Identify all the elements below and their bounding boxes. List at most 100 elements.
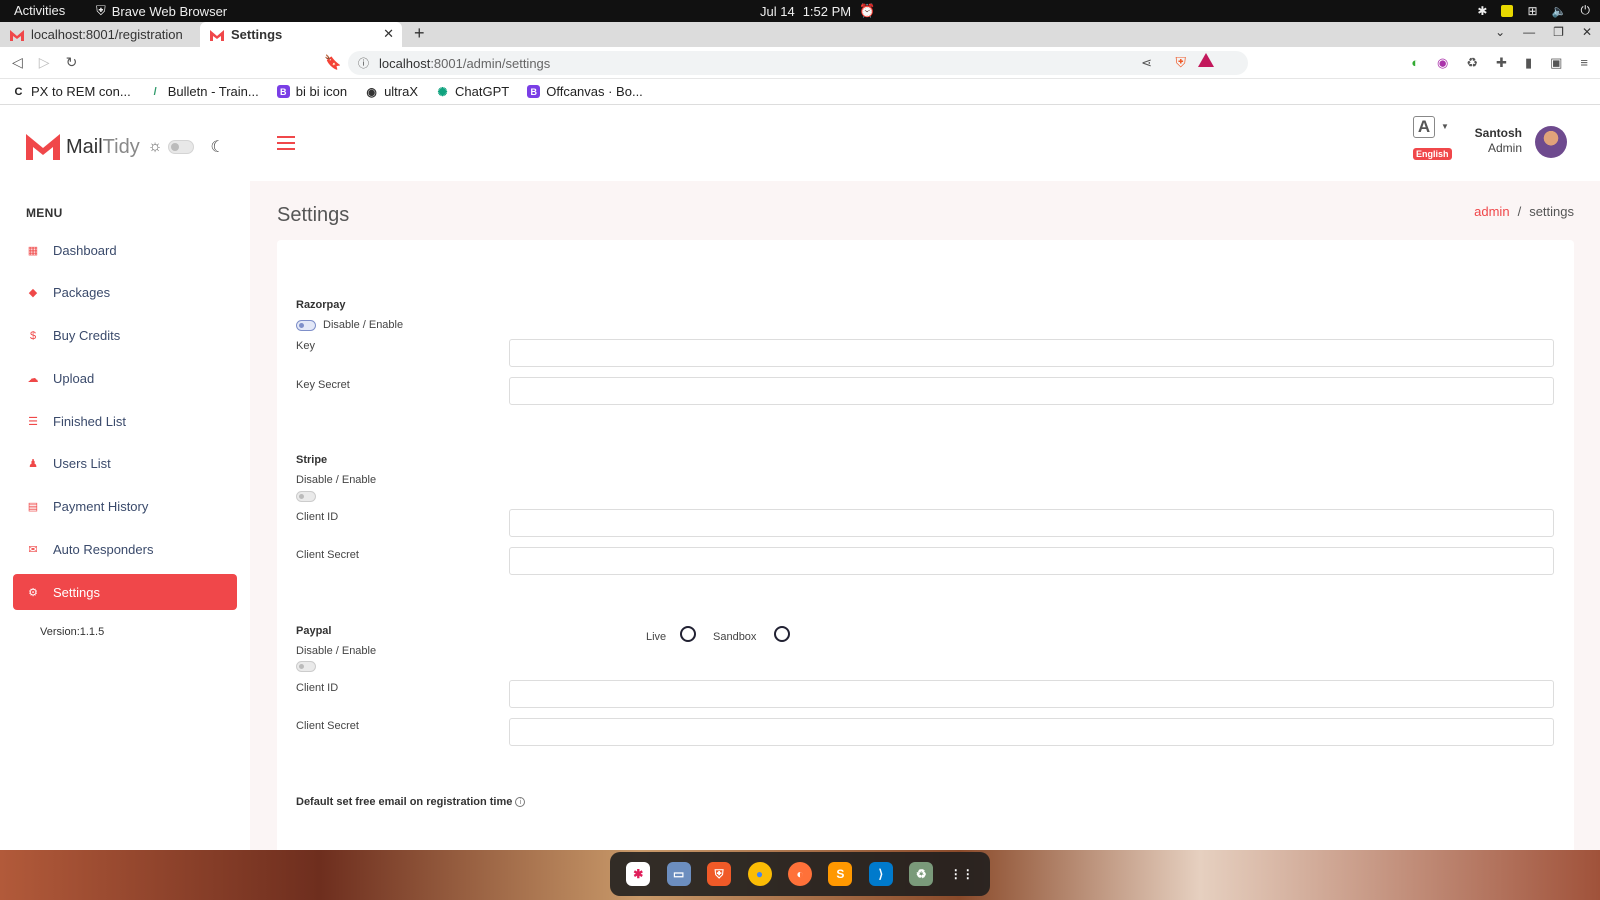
bookmark-label: ChatGPT [455,84,510,99]
wallet-icon[interactable]: ▣ [1550,55,1562,71]
bookmark-page-icon[interactable]: 🔖 [324,54,341,71]
paypal-live-radio[interactable] [680,626,696,642]
razorpay-secret-input[interactable] [509,377,1554,405]
reload-icon[interactable]: ↻ [66,54,78,71]
sidebar-toggle-icon[interactable]: ▮ [1525,55,1532,71]
stripe-client-id-input[interactable] [509,509,1554,537]
paypal-client-secret-input[interactable] [509,718,1554,746]
chrome-icon[interactable]: ● [747,862,772,886]
sidebar-item-label: Settings [53,584,100,600]
sidebar-item-auto-responders[interactable]: ✉ Auto Responders [13,532,237,568]
share-icon[interactable]: ⋖ [1141,55,1152,71]
extension-icon[interactable]: ◉ [1437,55,1448,71]
sidebar-item-finished-list[interactable]: ☰ Finished List [13,403,237,439]
browser-tab-registration[interactable]: localhost:8001/registration [0,22,200,47]
razorpay-secret-label: Key Secret [296,379,350,391]
language-switcher[interactable]: A ▼ English [1413,116,1453,160]
bookmark-item[interactable]: B Offcanvas · Bo... [527,84,643,99]
slack-tray-icon[interactable]: ✱ [1477,4,1487,18]
new-tab-button[interactable]: + [414,23,425,44]
sidebar-item-settings[interactable]: ⚙ Settings [13,574,237,611]
bookmark-item[interactable]: C PX to REM con... [12,84,131,99]
bookmark-item[interactable]: ◉ ultraX [365,84,418,99]
network-icon[interactable]: ⊞ [1527,4,1537,18]
app-version: Version:1.1.5 [40,626,105,638]
sidebar-item-payment-history[interactable]: ▤ Payment History [13,489,237,525]
stripe-client-secret-input[interactable] [509,547,1554,575]
brave-shields-icon[interactable]: ⛨ [1176,54,1187,71]
power-icon[interactable]: ⏻ [1581,3,1591,18]
sublime-text-icon[interactable]: S [828,862,853,886]
recycle-icon[interactable]: ♻ [1466,55,1478,71]
system-tray[interactable]: ✱ ⊞ 🔈 ⏻ [1477,3,1590,18]
puzzle-icon[interactable]: ✚ [1496,55,1507,71]
menu-icon[interactable]: ≡ [1580,55,1588,71]
vscode-icon[interactable]: ⟩ [868,862,893,886]
theme-toggle[interactable] [168,140,195,154]
bookmark-label: Offcanvas · Bo... [546,84,643,99]
address-bar[interactable]: ⓘ localhost:8001/admin/settings ⋖ ⛨ [348,51,1248,75]
clock-date: Jul 14 [760,3,795,19]
breadcrumb-current: settings [1529,204,1574,219]
slack-icon[interactable]: ✱ [626,862,651,886]
cloud-upload-icon: ☁ [27,372,39,385]
trash-icon[interactable]: ♻ [909,862,934,886]
firefox-icon[interactable]: ◐ [787,862,812,886]
sidebar-item-upload[interactable]: ☁ Upload [13,360,237,396]
brave-icon[interactable]: ⛨ [707,862,732,886]
browser-tab-settings[interactable]: Settings ✕ [200,22,402,47]
files-icon[interactable]: ▭ [666,862,691,886]
restore-icon[interactable]: ❐ [1553,25,1564,39]
paypal-toggle[interactable] [296,661,316,672]
sidebar-item-packages[interactable]: ◆ Packages [13,275,237,311]
app-root: MailTidy ☼ ☾ MENU ▦ Dashboard ◆ Packages $… [0,106,1600,860]
mail-icon: ✉ [28,544,38,557]
app-menu[interactable]: ⛨ Brave Web Browser [96,3,227,19]
site-info-icon[interactable]: ⓘ [358,55,369,71]
razorpay-toggle[interactable] [296,320,316,331]
bookmark-item[interactable]: Bbi bi icon [276,84,347,99]
clock[interactable]: Jul 14 1:52 PM ⏰ [760,3,875,19]
notes-tray-icon[interactable] [1501,4,1514,17]
forward-icon[interactable]: ▷ [39,54,50,71]
sidebar-item-dashboard[interactable]: ▦ Dashboard [13,232,237,268]
sidebar-item-users-list[interactable]: ♟ Users List [13,446,237,482]
window-controls: ⌄ — ❐ ✕ [1495,25,1592,39]
translate-icon: A [1413,116,1435,138]
app-grid-icon[interactable]: ⋮⋮ [950,862,974,886]
extension-icons: ◐ ◉ ♻ ✚ ▮ ▣ ≡ [1411,55,1588,71]
bookmark-item[interactable]: / Bulletn - Train... [149,84,259,99]
gear-icon: ⚙ [28,586,38,599]
chevron-down-icon: ▼ [1441,122,1449,131]
paypal-sandbox-radio[interactable] [774,626,790,642]
brave-rewards-icon[interactable] [1198,53,1214,67]
activities-button[interactable]: Activities [14,3,65,18]
close-tab-icon[interactable]: ✕ [383,26,394,42]
extension-icon[interactable]: ◐ [1411,55,1419,71]
menu-heading: MENU [26,206,63,220]
brand-logo[interactable]: MailTidy ☼ ☾ [26,134,225,160]
info-icon[interactable]: i [515,797,526,808]
paypal-client-id-input[interactable] [509,680,1554,708]
breadcrumb-admin-link[interactable]: admin [1474,204,1509,219]
sidebar-item-label: Users List [53,456,111,472]
avatar[interactable] [1535,126,1567,158]
brave-icon: ⛨ [96,3,106,18]
close-window-icon[interactable]: ✕ [1582,25,1592,39]
back-icon[interactable]: ◁ [12,54,23,71]
sidebar: MailTidy ☼ ☾ MENU ▦ Dashboard ◆ Packages $… [0,106,250,850]
breadcrumb-separator: / [1517,204,1522,219]
bootstrap-favicon: B [276,85,290,98]
tab-search-icon[interactable]: ⌄ [1495,25,1505,39]
bookmark-item[interactable]: ✺ ChatGPT [436,84,510,99]
hamburger-menu-icon[interactable] [277,136,295,154]
razorpay-key-input[interactable] [509,339,1554,367]
minimize-icon[interactable]: — [1523,25,1535,39]
stripe-toggle[interactable] [296,491,316,502]
mailtidy-favicon [210,29,224,41]
paypal-live-label: Live [646,631,667,643]
sidebar-item-label: Buy Credits [53,328,121,344]
user-info[interactable]: Santosh Admin [1472,126,1522,156]
volume-icon[interactable]: 🔈 [1552,4,1567,18]
sidebar-item-buy-credits[interactable]: $ Buy Credits [13,318,237,354]
